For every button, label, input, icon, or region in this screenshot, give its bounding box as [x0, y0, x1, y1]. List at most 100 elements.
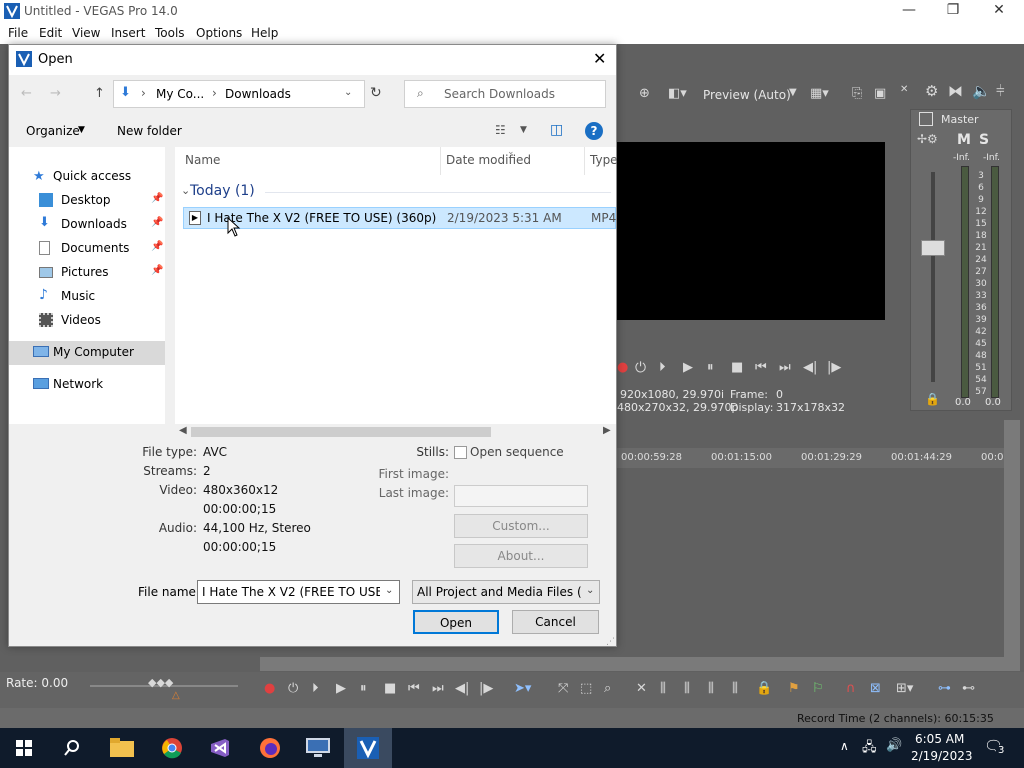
chevron-down-icon[interactable]: ⌄	[181, 184, 190, 197]
menu-tools[interactable]: Tools	[155, 26, 185, 40]
group-header-today[interactable]: Today (1)	[190, 183, 255, 199]
volume-icon[interactable]: 🔊	[886, 738, 902, 753]
menu-view[interactable]: View	[72, 26, 100, 40]
breadcrumb-downloads[interactable]: Downloads	[225, 87, 291, 101]
go-to-end-icon[interactable]: ⏭	[432, 681, 444, 696]
volume-fader-handle[interactable]	[921, 240, 945, 256]
lock-icon[interactable]: 🔒	[925, 392, 940, 406]
view-options-icon[interactable]: ☷	[495, 123, 506, 137]
back-arrow-icon[interactable]: ←	[21, 86, 32, 101]
chevron-down-icon[interactable]: ⌄	[344, 87, 352, 98]
refresh-icon[interactable]: ↻	[370, 85, 382, 101]
normal-edit-tool-icon[interactable]: ➤▾	[514, 681, 531, 696]
filetype-filter-select[interactable]: All Project and Media Files (*.veg ⌄	[412, 580, 600, 604]
timeline-ruler[interactable]: 00:00:59:28 00:01:15:00 00:01:29:29 00:0…	[617, 448, 1017, 468]
loop-icon[interactable]: ⏻	[288, 681, 298, 696]
ripple-edit-icon[interactable]: ⊞▾	[896, 681, 913, 696]
trim-end-icon[interactable]: ⫼	[708, 681, 714, 696]
address-bar[interactable]: ⬇ › My Co... › Downloads ⌄	[113, 80, 365, 108]
clock-time[interactable]: 6:05 AM	[915, 732, 964, 746]
file-row-selected[interactable]: ▶ I Hate The X V2 (FREE TO USE) (360p) 2…	[183, 207, 616, 229]
preview-pane-icon[interactable]: ◫	[550, 122, 563, 138]
start-button[interactable]	[0, 728, 48, 768]
close-icon[interactable]: ✕	[900, 84, 908, 95]
mixer-checkbox[interactable]	[919, 112, 933, 126]
close-button[interactable]: ✕	[984, 2, 1014, 20]
trim-icon[interactable]: ⫼	[660, 681, 666, 696]
open-sequence-checkbox[interactable]	[454, 446, 467, 459]
nav-my-computer[interactable]: My Computer	[9, 341, 165, 365]
bus-fx-icon[interactable]: ✢⚙	[917, 132, 938, 146]
menu-edit[interactable]: Edit	[39, 26, 62, 40]
play-icon[interactable]: ▶	[336, 681, 346, 696]
auto-crossfade-icon[interactable]: ⊠	[870, 681, 881, 696]
taskbar-file-explorer[interactable]	[98, 728, 146, 768]
delete-icon[interactable]: ✕	[636, 681, 647, 696]
marker-icon[interactable]: ⚑	[788, 681, 800, 696]
filename-combobox[interactable]: I Hate The X V2 (FREE TO USE) (360p) ⌄	[197, 580, 400, 604]
next-frame-icon[interactable]: |▶	[479, 681, 493, 696]
play-icon[interactable]: ▶	[683, 360, 693, 375]
go-to-start-icon[interactable]: ⏮	[755, 360, 767, 375]
file-list-horizontal-scrollbar[interactable]: ◀ ▶	[175, 424, 616, 440]
resize-grip-icon[interactable]: ⋰	[606, 637, 615, 647]
taskbar-firefox[interactable]	[246, 728, 294, 768]
help-icon[interactable]: ?	[585, 122, 603, 140]
search-box[interactable]: ⌕ Search Downloads	[404, 80, 606, 108]
rate-slider-handle-icon[interactable]: ◆◆◆	[148, 676, 173, 689]
lock-icon[interactable]: 🔒	[756, 681, 772, 696]
split-screen-icon[interactable]: ⊕	[639, 86, 650, 101]
taskbar-chrome[interactable]	[148, 728, 196, 768]
menu-file[interactable]: File	[8, 26, 28, 40]
next-frame-icon[interactable]: |▶	[827, 360, 841, 375]
play-from-start-icon[interactable]: ⏵	[312, 681, 319, 696]
last-image-field[interactable]	[454, 485, 588, 507]
taskbar-search[interactable]	[48, 728, 96, 768]
loop-icon[interactable]: ⏻	[635, 360, 646, 376]
about-button[interactable]: About...	[454, 544, 588, 568]
preview-quality-select[interactable]: Preview (Auto)	[703, 88, 791, 102]
region-icon[interactable]: ⚐	[812, 681, 824, 696]
filename-input[interactable]: I Hate The X V2 (FREE TO USE) (360p)	[202, 585, 380, 599]
chevron-down-icon[interactable]: ▼	[520, 125, 527, 135]
new-folder-button[interactable]: New folder	[117, 124, 182, 138]
dialog-close-button[interactable]: ✕	[593, 49, 606, 68]
chevron-down-icon[interactable]: ⌄	[385, 585, 393, 596]
nav-videos[interactable]: Videos	[9, 309, 165, 333]
restore-button[interactable]: ❐	[938, 2, 968, 20]
copy-snapshot-icon[interactable]: ⎘	[852, 86, 862, 101]
nav-desktop[interactable]: Desktop 📌	[9, 189, 165, 213]
split-icon[interactable]: ⫼	[732, 681, 738, 696]
show-hidden-icons-icon[interactable]: ∧	[840, 739, 849, 753]
nav-pictures[interactable]: Pictures 📌	[9, 261, 165, 285]
trim-start-icon[interactable]: ⫼	[684, 681, 690, 696]
organize-button[interactable]: Organize	[26, 124, 80, 138]
scrollbar-thumb[interactable]	[191, 427, 491, 437]
column-type[interactable]: Type	[590, 153, 618, 167]
zoom-tool-icon[interactable]: ⌕	[604, 681, 611, 696]
mixer-tool-icon[interactable]: ⧓	[948, 82, 963, 100]
clock-date[interactable]: 2/19/2023	[911, 749, 973, 763]
nav-network[interactable]: Network	[9, 373, 165, 397]
prev-frame-icon[interactable]: ◀|	[803, 360, 817, 375]
menu-help[interactable]: Help	[251, 26, 278, 40]
open-button[interactable]: Open	[413, 610, 499, 634]
scroll-left-icon[interactable]: ◀	[179, 425, 187, 436]
network-icon[interactable]: 🖧	[862, 738, 877, 760]
pause-icon[interactable]: ⏸	[707, 360, 714, 375]
taskbar-visual-studio[interactable]	[196, 728, 244, 768]
selection-tool-icon[interactable]: ⬚	[580, 681, 592, 696]
speaker-icon[interactable]: 🔈	[972, 82, 991, 100]
scroll-right-icon[interactable]: ▶	[603, 425, 611, 436]
save-snapshot-icon[interactable]: ▣	[874, 86, 886, 101]
lock-envelopes-icon[interactable]: ⊶	[938, 681, 951, 696]
go-to-start-icon[interactable]: ⏮	[408, 681, 420, 696]
menu-insert[interactable]: Insert	[111, 26, 145, 40]
nav-downloads[interactable]: ⬇ Downloads 📌	[9, 213, 165, 237]
taskbar-vegas[interactable]	[344, 728, 392, 768]
custom-button[interactable]: Custom...	[454, 514, 588, 538]
breadcrumb-my-computer[interactable]: My Co...	[156, 87, 204, 101]
prev-frame-icon[interactable]: ◀|	[455, 681, 469, 696]
snapping-icon[interactable]: ∩	[846, 681, 856, 696]
nav-documents[interactable]: Documents 📌	[9, 237, 165, 261]
